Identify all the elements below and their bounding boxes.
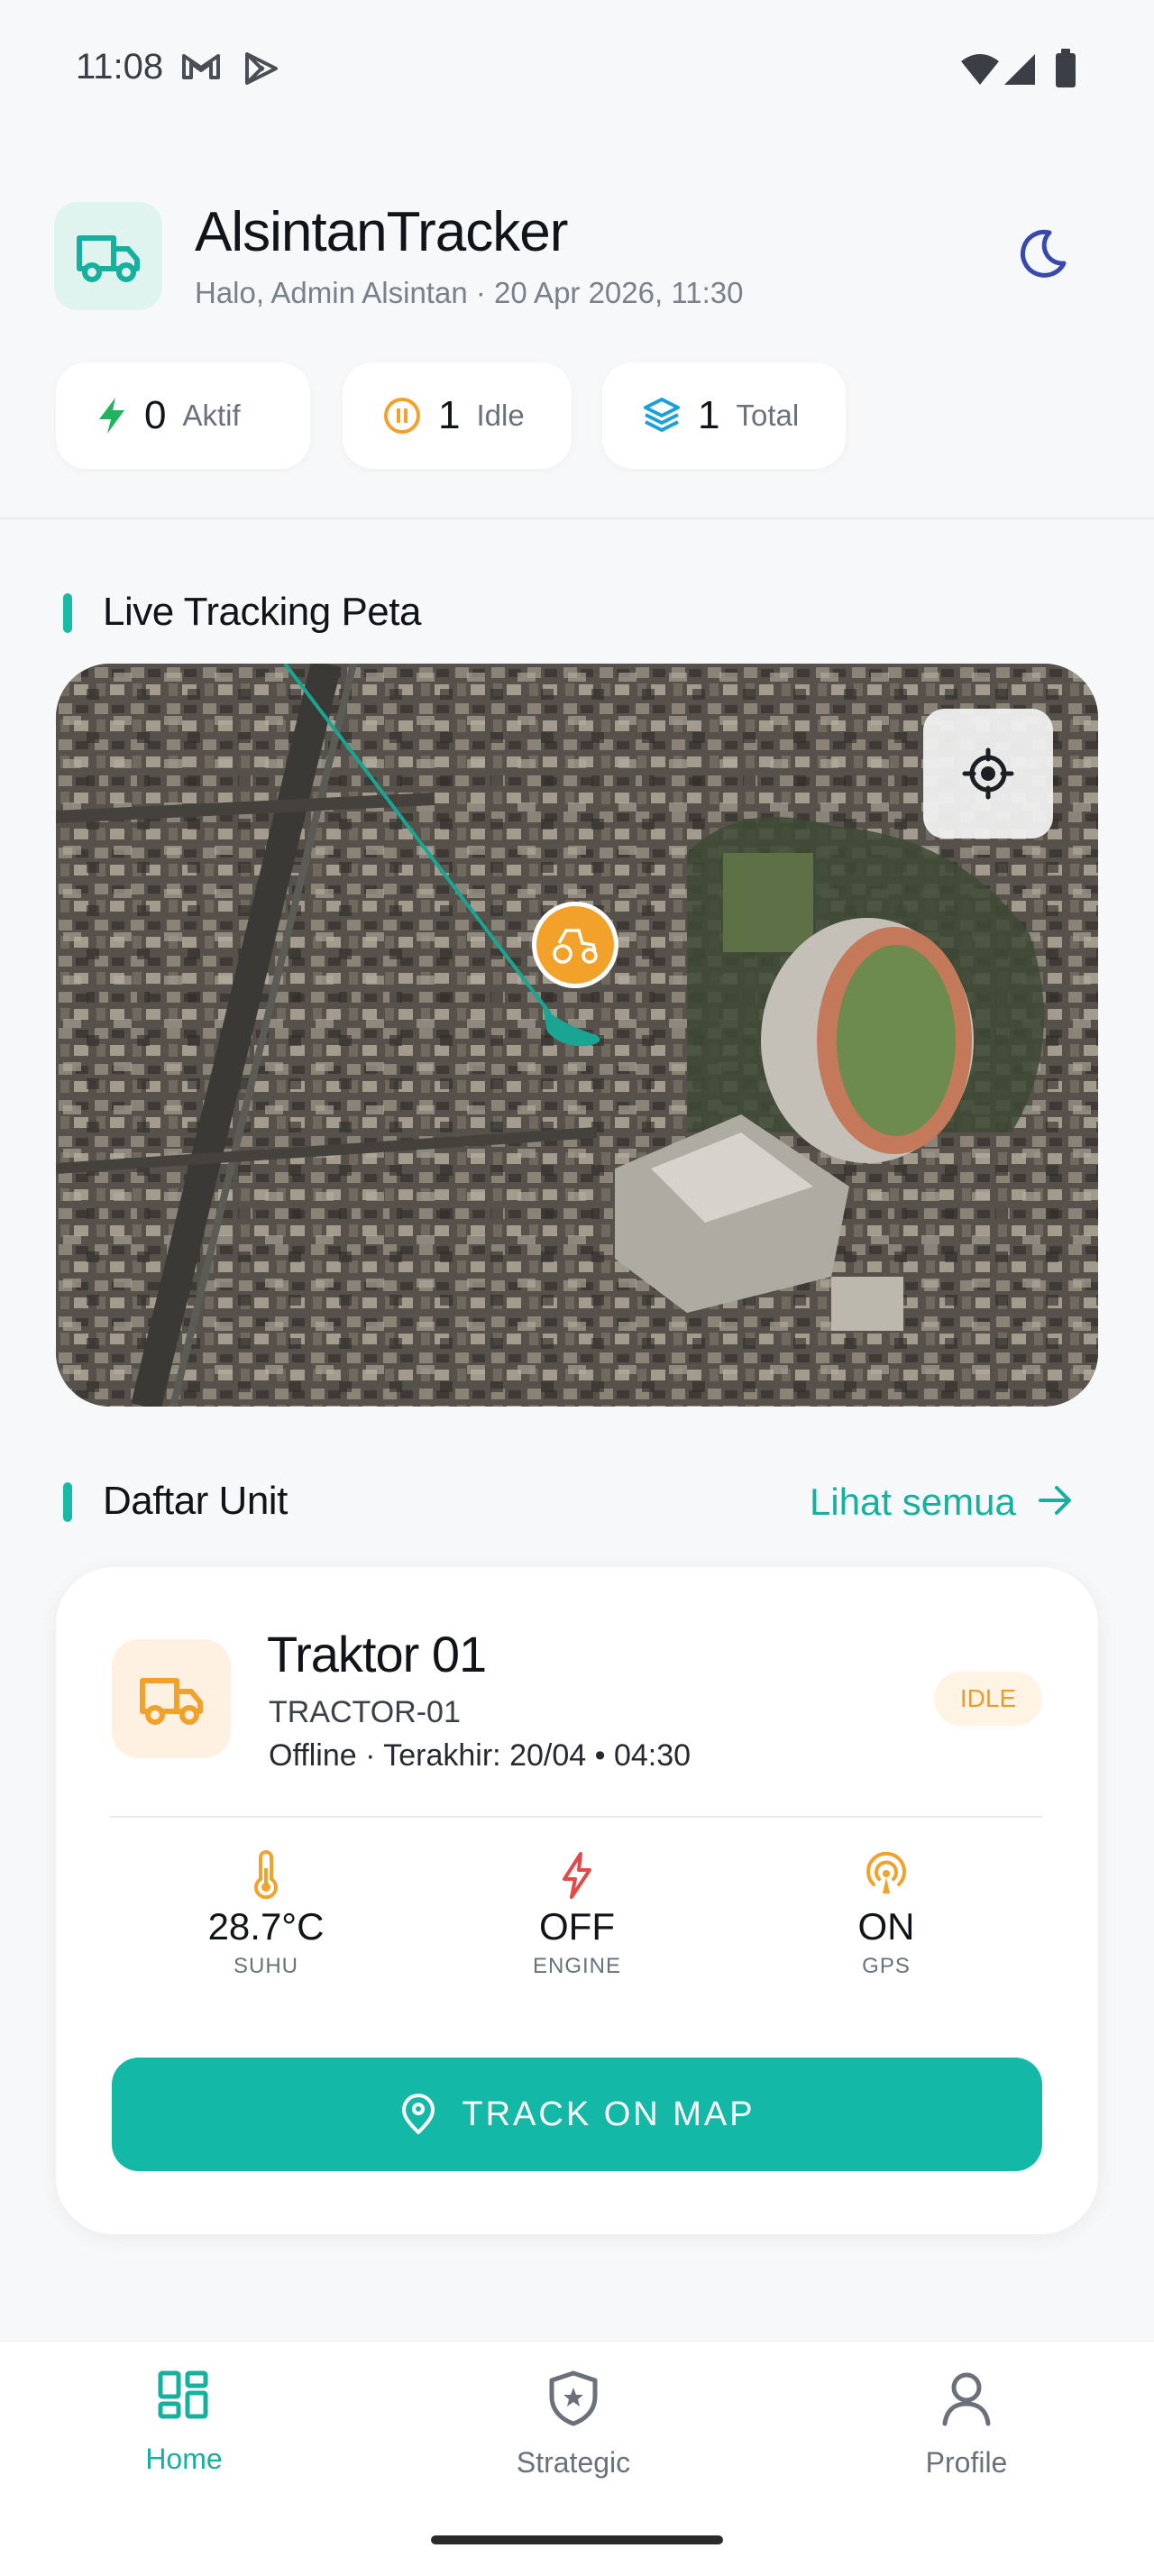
layers-icon [644, 398, 680, 432]
unit-avatar [112, 1639, 231, 1758]
stat-count: 1 [698, 393, 720, 437]
crosshair-icon [962, 747, 1014, 800]
shield-star-icon [549, 2370, 598, 2426]
metric-temperature: 28.7°C SUHU [131, 1850, 401, 1979]
metric-gps: ON GPS [751, 1850, 1021, 1979]
metric-engine: OFF ENGINE [442, 1850, 712, 1979]
truck-icon [77, 235, 140, 282]
bolt-icon [99, 398, 124, 434]
thermometer-icon [254, 1850, 278, 1900]
stat-chip-aktif[interactable]: 0 Aktif [56, 362, 310, 469]
status-time: 11:08 [76, 47, 164, 87]
metric-caption: GPS [862, 1954, 911, 1978]
battery-icon [1056, 49, 1076, 87]
wifi-icon [961, 54, 999, 85]
nav-label: Home [145, 2443, 223, 2475]
units-section-title: Daftar Unit [103, 1479, 288, 1523]
card-divider [110, 1816, 1042, 1818]
stat-label: Idle [476, 399, 525, 432]
stat-count: 0 [144, 393, 167, 437]
nav-item-home[interactable]: Home [67, 2370, 301, 2476]
status-badge: IDLE [934, 1672, 1042, 1726]
nav-item-strategic[interactable]: Strategic [456, 2370, 691, 2480]
home-indicator[interactable] [431, 2535, 723, 2544]
stat-label: Total [736, 399, 800, 432]
header-divider [0, 518, 1154, 519]
arrow-right-icon [1039, 1486, 1072, 1515]
map-section-title: Live Tracking Peta [103, 590, 421, 634]
person-icon [942, 2372, 991, 2426]
signal-icon [1004, 54, 1035, 85]
bolt-outline-icon [563, 1852, 591, 1899]
metric-value: 28.7°C [207, 1905, 325, 1948]
section-accent-bar [63, 593, 72, 633]
see-all-label: Lihat semua [810, 1481, 1016, 1523]
track-button-label: TRACK ON MAP [462, 2095, 756, 2133]
section-accent-bar [63, 1482, 72, 1522]
truck-icon [140, 1678, 203, 1725]
moon-icon[interactable] [1013, 225, 1071, 283]
unit-status-line: Offline · Terakhir: 20/04 • 04:30 [269, 1738, 691, 1773]
pause-icon [384, 398, 420, 434]
greeting-subtitle: Halo, Admin Alsintan · 20 Apr 2026, 11:3… [195, 276, 744, 309]
map-pin-icon [402, 2094, 435, 2134]
see-all-link[interactable]: Lihat semua [810, 1481, 1075, 1524]
gmail-icon [182, 54, 220, 79]
nav-label: Profile [925, 2446, 1008, 2479]
nav-item-profile[interactable]: Profile [849, 2370, 1084, 2480]
nav-label: Strategic [516, 2446, 631, 2479]
gps-signal-icon [866, 1851, 906, 1893]
app-title: AlsintanTracker [195, 201, 568, 263]
dashboard-icon [158, 2370, 208, 2419]
stat-count: 1 [438, 393, 461, 437]
stat-label: Aktif [182, 399, 241, 432]
unit-name: Traktor 01 [267, 1626, 487, 1682]
stat-chip-idle[interactable]: 1 Idle [343, 362, 572, 469]
track-on-map-button[interactable]: TRACK ON MAP [112, 2058, 1042, 2171]
metric-caption: ENGINE [532, 1954, 621, 1978]
locate-me-button[interactable] [923, 709, 1053, 839]
metric-value: OFF [539, 1905, 615, 1948]
metric-caption: SUHU [233, 1954, 298, 1978]
stat-chip-total[interactable]: 1 Total [602, 362, 846, 469]
app-logo [54, 202, 162, 310]
unit-code: TRACTOR-01 [269, 1695, 461, 1729]
play-store-icon [245, 52, 278, 85]
metric-value: ON [857, 1905, 915, 1948]
